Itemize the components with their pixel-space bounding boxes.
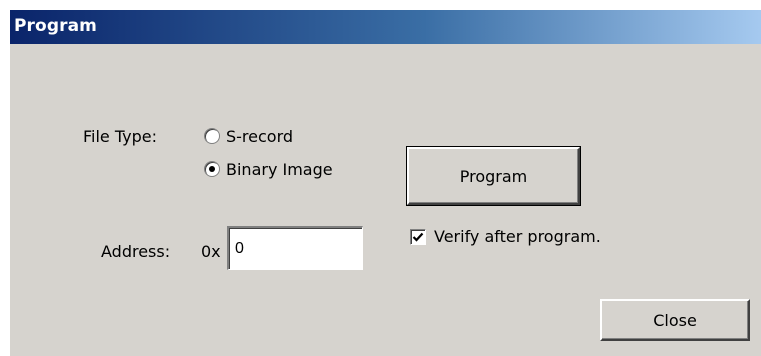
dialog-title: Program xyxy=(14,16,97,36)
file-type-label: File Type: xyxy=(83,127,157,146)
close-button[interactable]: Close xyxy=(600,299,750,341)
program-dialog: Program File Type: S-record Binary Image… xyxy=(8,10,761,356)
address-label: Address: xyxy=(101,242,171,261)
program-button[interactable]: Program xyxy=(406,146,581,206)
radio-binary-image-circle[interactable] xyxy=(204,161,220,177)
verify-checkbox-group[interactable]: Verify after program. xyxy=(410,226,660,250)
verify-checkbox[interactable] xyxy=(410,229,426,245)
radio-selected-dot xyxy=(209,166,215,172)
radio-binary-image[interactable]: Binary Image xyxy=(202,158,372,182)
check-icon xyxy=(412,232,424,242)
radio-s-record-circle[interactable] xyxy=(204,128,220,144)
radio-binary-image-label[interactable]: Binary Image xyxy=(226,160,333,179)
address-input[interactable] xyxy=(227,226,363,270)
radio-s-record[interactable]: S-record xyxy=(202,125,342,149)
verify-label[interactable]: Verify after program. xyxy=(434,227,601,246)
radio-s-record-label[interactable]: S-record xyxy=(226,127,293,146)
address-prefix: 0x xyxy=(201,242,221,261)
title-bar[interactable]: Program xyxy=(10,10,761,44)
